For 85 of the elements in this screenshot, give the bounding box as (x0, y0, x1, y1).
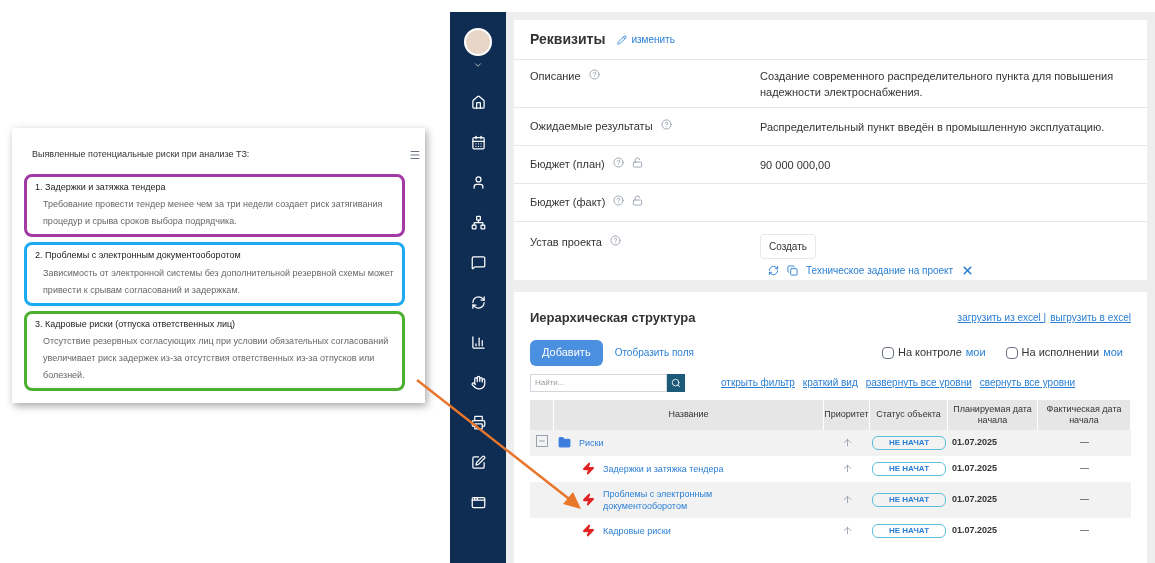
mine-link[interactable]: мои (1103, 344, 1123, 361)
field-value: 90 000 000,00 (760, 157, 832, 173)
menu-icon[interactable] (409, 148, 421, 161)
column-header: Приоритет (824, 409, 869, 420)
lightning-icon (582, 462, 595, 475)
planned-date: 01.07.2025 (952, 493, 998, 504)
avatar[interactable] (464, 28, 492, 56)
priority-arrow-icon (841, 437, 853, 448)
field-label: Бюджет (факт) (530, 195, 606, 211)
import-link[interactable]: загрузить из excel | (957, 310, 1047, 326)
field-value: Распределительный пункт введён в промышленную эксплуатацию. (760, 119, 1106, 135)
priority-arrow-icon (841, 463, 853, 474)
table-row[interactable]: Проблемы с электронным документооборотом НЕ НАЧАТ 01.07.2025 — (530, 481, 1131, 518)
lightning-icon (582, 493, 595, 506)
lightning-icon (582, 524, 595, 537)
edit-link[interactable]: изменить (617, 32, 675, 47)
status-badge: НЕ НАЧАТ (872, 435, 946, 450)
planned-date: 01.07.2025 (952, 436, 998, 447)
search-field[interactable]: Найти... (530, 373, 667, 392)
risk-heading: 2. Проблемы с электронным документооборотом (35, 249, 242, 262)
show-fields-link[interactable]: Отобразить поля (614, 345, 694, 360)
priority-arrow-icon (841, 525, 853, 536)
actual-date: — (1080, 493, 1089, 504)
hand-icon[interactable] (470, 375, 486, 390)
view-link[interactable]: краткий вид (802, 375, 858, 390)
actual-date: — (1080, 462, 1089, 473)
risk-heading: 3. Кадровые риски (отпуска ответственных лиц) (35, 317, 237, 331)
printer-icon[interactable] (470, 415, 486, 430)
row-name-link[interactable]: Риски (579, 436, 729, 449)
refresh-icon[interactable] (470, 295, 486, 310)
planned-date: 01.07.2025 (952, 524, 998, 535)
document-link[interactable]: Техническое задание на проект (806, 263, 954, 278)
field-label: Бюджет (план) (530, 157, 605, 173)
risk-description: Требование провести тендер менее чем за три недели создает риск затягивания процедур и срыва сроков выбора подрядчика. (42, 198, 384, 228)
status-badge: НЕ НАЧАТ (872, 523, 946, 538)
collapse-toggle[interactable] (536, 435, 548, 448)
column-header: Планируемая дата начала (952, 403, 1033, 426)
window-icon[interactable] (470, 495, 486, 510)
edit-icon[interactable] (470, 455, 486, 470)
risk-heading: 1. Задержки и затяжка тендера (35, 180, 167, 194)
create-button[interactable]: Создать (760, 234, 816, 259)
chart-icon[interactable] (470, 335, 486, 350)
chevron-down-icon[interactable] (473, 60, 483, 70)
field-label: Описание (530, 69, 581, 84)
folder-icon (558, 436, 571, 449)
planned-date: 01.07.2025 (952, 462, 998, 473)
pencil-icon (617, 34, 628, 45)
view-link[interactable]: свернуть все уровни (979, 375, 1076, 390)
priority-arrow-icon (841, 494, 853, 505)
export-link[interactable]: выгрузить в excel (1050, 310, 1131, 326)
status-badge: НЕ НАЧАТ (872, 461, 946, 476)
view-link[interactable]: развернуть все уровни (865, 375, 972, 390)
column-header: Статус объекта (876, 409, 941, 420)
column-header: Название (668, 409, 709, 420)
home-icon[interactable] (470, 95, 486, 110)
copy-icon[interactable] (787, 265, 798, 276)
status-badge: НЕ НАЧАТ (872, 492, 946, 507)
filter-label: На исполнении (1021, 345, 1100, 361)
card-title: Выявленные потенциальные риски при анализе ТЗ: (32, 148, 250, 161)
hierarchy-icon[interactable] (470, 215, 486, 230)
table-row[interactable]: Риски НЕ НАЧАТ 01.07.2025 — (530, 429, 1131, 456)
column-header: Фактическая дата начала (1045, 403, 1123, 426)
row-name-link[interactable]: Проблемы с электронным документооборотом (603, 487, 753, 512)
user-icon[interactable] (470, 175, 486, 190)
search-button[interactable] (667, 373, 685, 392)
mine-link[interactable]: мои (965, 344, 986, 361)
checkbox[interactable] (1005, 346, 1018, 359)
actual-date: — (1080, 436, 1089, 447)
risk-description: Отсутствие резервных согласующих лиц при условии обязательных согласований увеличивает риск задержек из-за отсутствия ответственных из-за отпусков или болезней. (42, 335, 390, 382)
card-title: Реквизиты (530, 30, 606, 49)
field-value: Создание современного распределительного пункта для повышения надежности электроснабжения. (760, 69, 1115, 100)
card-title: Иерархическая структура (530, 309, 696, 327)
add-button[interactable]: Добавить (530, 339, 603, 366)
chat-icon[interactable] (470, 255, 486, 270)
row-name-link[interactable]: Задержки и затяжка тендера (603, 462, 753, 475)
checkbox[interactable] (881, 346, 894, 359)
risk-description: Зависимость от электронной системы без дополнительной резервной схемы может привести к срывам согласований и задержкам. (42, 266, 394, 297)
field-label: Ожидаемые результаты (530, 119, 653, 135)
row-name-link[interactable]: Кадровые риски (603, 524, 753, 537)
view-link[interactable]: открыть фильтр (721, 375, 795, 390)
actual-date: — (1080, 524, 1089, 535)
calendar-icon[interactable] (470, 135, 486, 150)
search-icon (671, 377, 681, 388)
filter-label: На контроле (897, 345, 962, 361)
field-label: Устав проекта (530, 235, 602, 250)
